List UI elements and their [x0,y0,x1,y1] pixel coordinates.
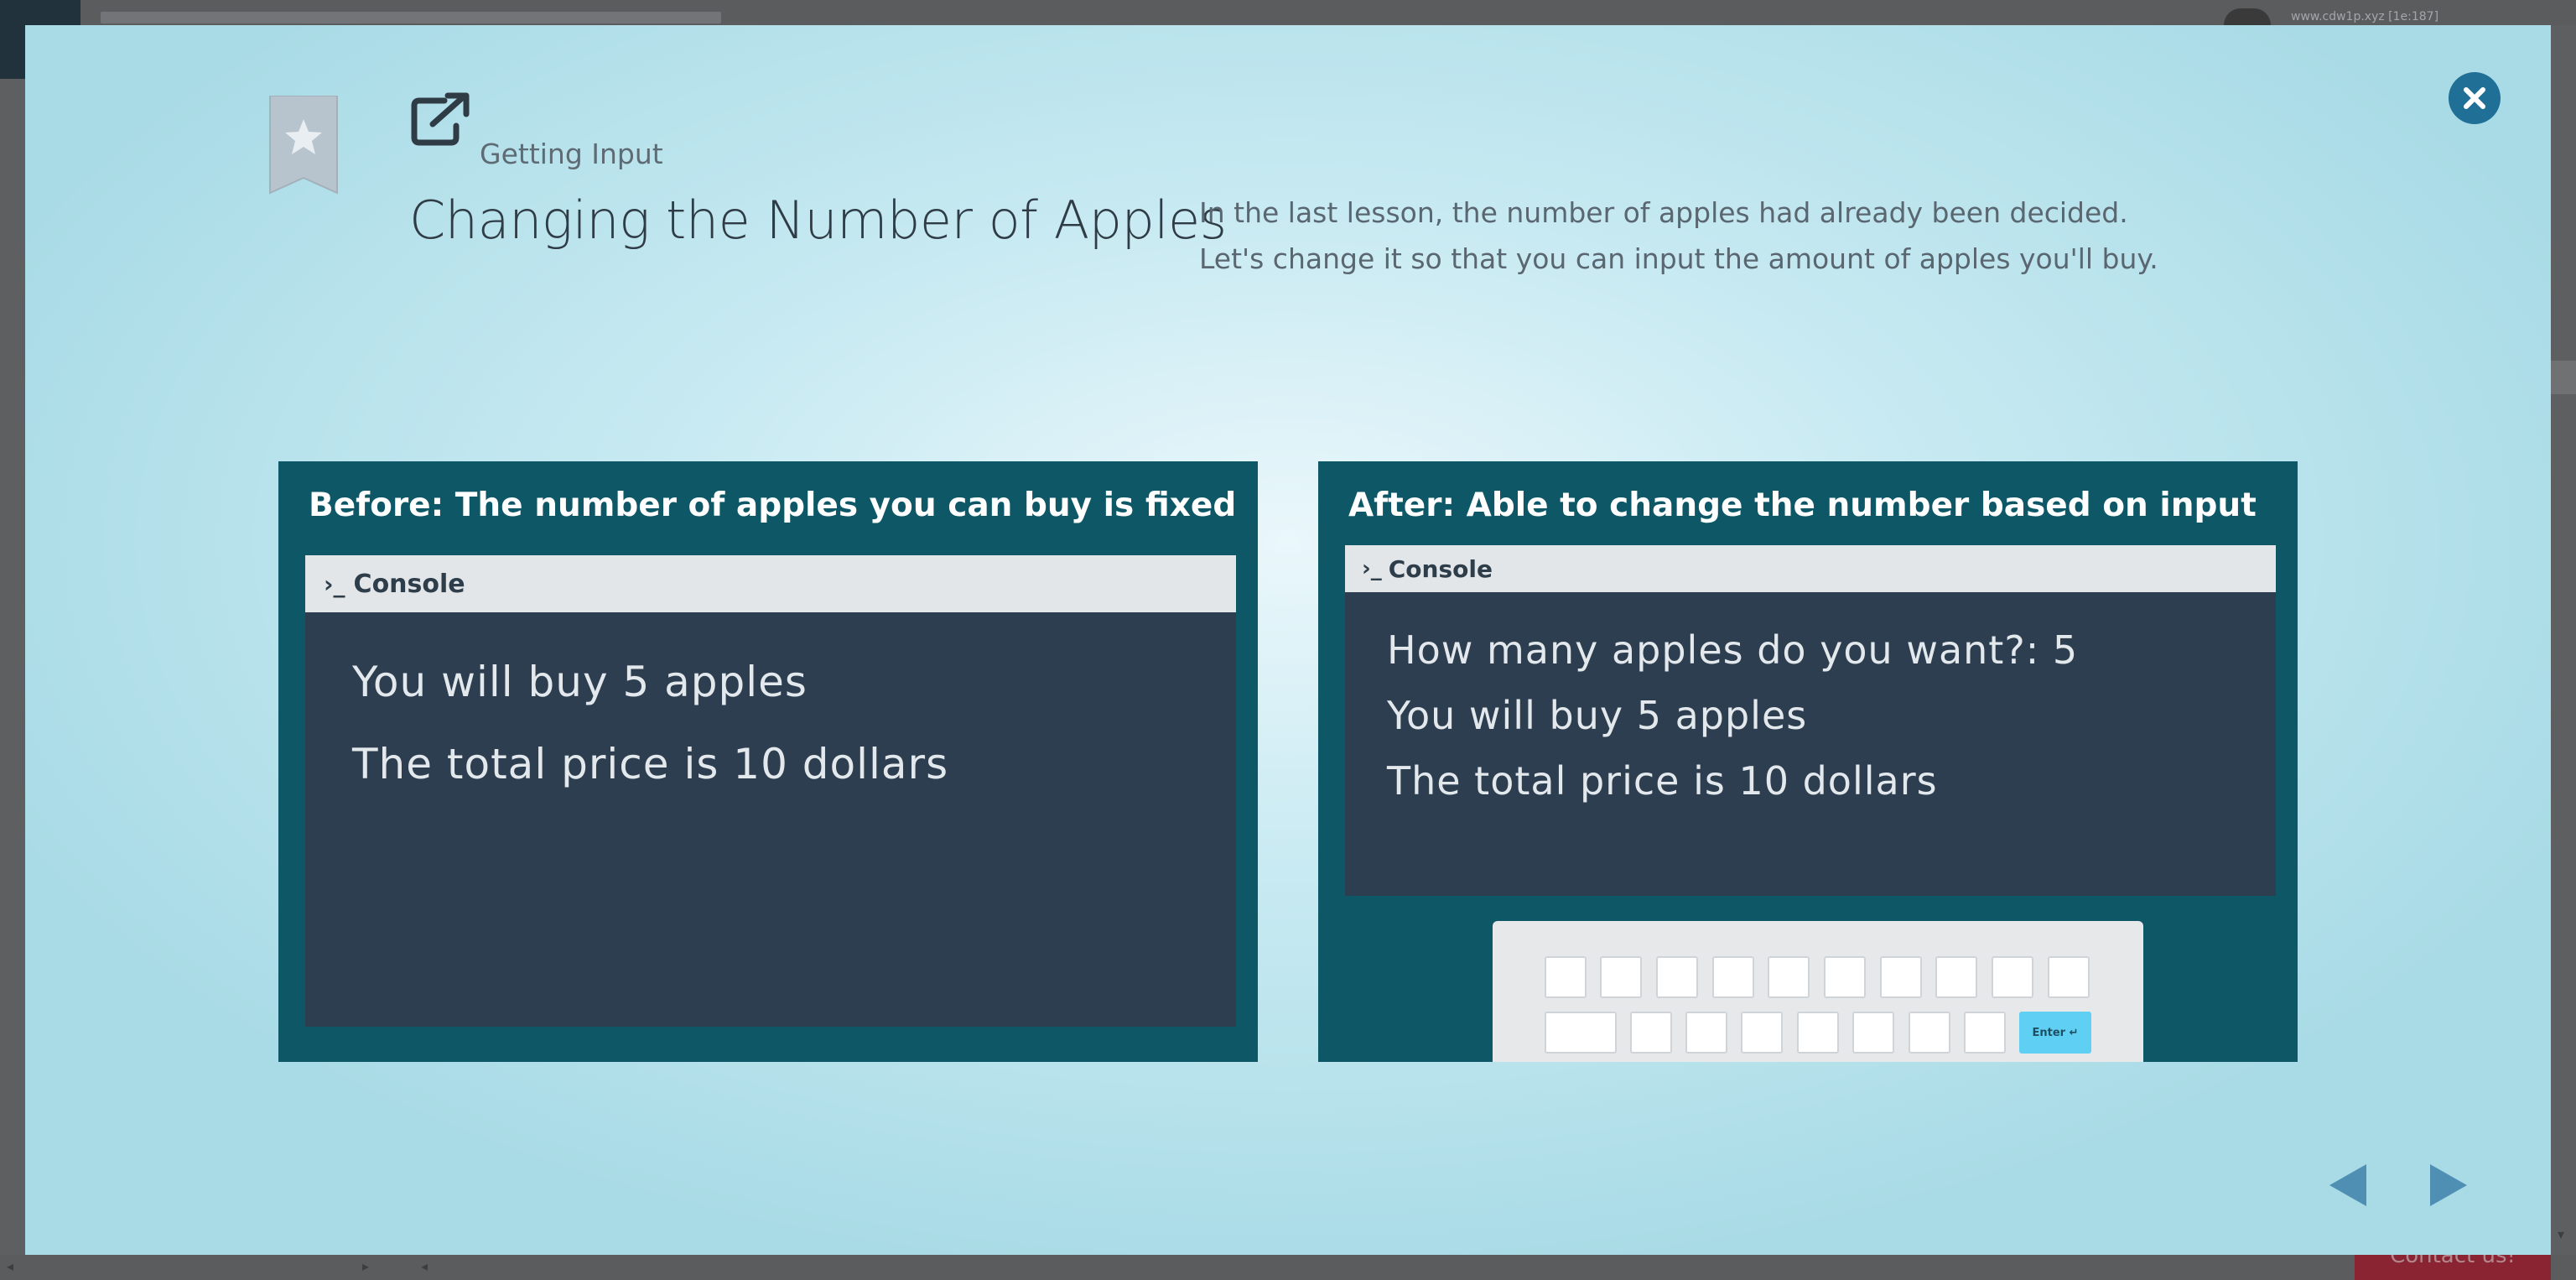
scroll-left-arrow-icon: ◂ [7,1258,14,1274]
keyboard-key [1685,1012,1727,1054]
after-heading: After: Able to change the number based o… [1348,487,2257,524]
keyboard-key [1935,956,1977,998]
scroll-down-arrow-icon: ▾ [2558,1226,2565,1242]
console-title-bar: ›_ Console [305,555,1236,612]
lesson-description: In the last lesson, the number of apples… [1199,190,2158,282]
keyboard-key [1545,1012,1617,1054]
background-bottom-bar [0,1255,2576,1280]
close-icon [2464,87,2485,109]
keyboard-key [1964,1012,2006,1054]
console-output: You will buy 5 apples The total price is… [305,612,1236,1027]
bookmark-star-icon[interactable] [268,96,339,195]
lesson-modal: Getting Input Changing the Number of App… [25,25,2551,1255]
previous-arrow-icon[interactable] [2328,1163,2368,1208]
keyboard-key [1630,1012,1672,1054]
console-line: You will buy 5 apples [1387,693,1808,738]
terminal-prompt-icon: ›_ [1362,556,1382,581]
lesson-title: Changing the Number of Apples [409,190,1227,251]
terminal-prompt-icon: ›_ [324,570,345,598]
keyboard-key [1909,1012,1950,1054]
before-panel: Before: The number of apples you can buy… [278,461,1258,1062]
keyboard-key [1852,1012,1894,1054]
close-button[interactable] [2449,72,2501,124]
description-line: In the last lesson, the number of apples… [1199,196,2128,229]
console-title-bar: ›_ Console [1345,545,2276,592]
background-search-bar [101,12,721,23]
scroll-right-arrow-icon: ▸ [362,1258,370,1274]
keyboard-key [1741,1012,1783,1054]
keyboard-key [1992,956,2033,998]
background-scrollbar [2551,361,2576,394]
after-panel: After: Able to change the number based o… [1318,461,2298,1062]
keyboard-key [2048,956,2090,998]
avatar [2224,8,2271,25]
console-output: How many apples do you want?: 5 You will… [1345,592,2276,896]
lesson-category: Getting Input [480,138,663,170]
console-line: The total price is 10 dollars [352,740,949,788]
keyboard-key [1768,956,1810,998]
next-arrow-icon[interactable] [2428,1163,2469,1208]
console-title: Console [353,569,465,599]
keyboard-key [1712,956,1754,998]
enter-key: Enter ↵ [2019,1012,2091,1054]
console-line: The total price is 10 dollars [1387,758,1938,804]
before-heading: Before: The number of apples you can buy… [309,487,1237,524]
console-title: Console [1388,554,1493,583]
keyboard-illustration: Enter ↵ [1493,921,2143,1062]
external-link-icon [411,92,470,146]
keyboard-key [1880,956,1922,998]
console-line: How many apples do you want?: 5 [1387,627,2079,673]
background-site-url: www.cdw1p.xyz [1e:187] [2291,10,2439,23]
keyboard-key [1656,956,1698,998]
description-line: Let's change it so that you can input th… [1199,242,2158,275]
console-line: You will buy 5 apples [352,658,808,706]
scroll-left-arrow-icon: ◂ [421,1258,428,1274]
keyboard-key [1824,956,1866,998]
keyboard-key [1600,956,1642,998]
keyboard-key [1545,956,1587,998]
keyboard-key [1797,1012,1839,1054]
